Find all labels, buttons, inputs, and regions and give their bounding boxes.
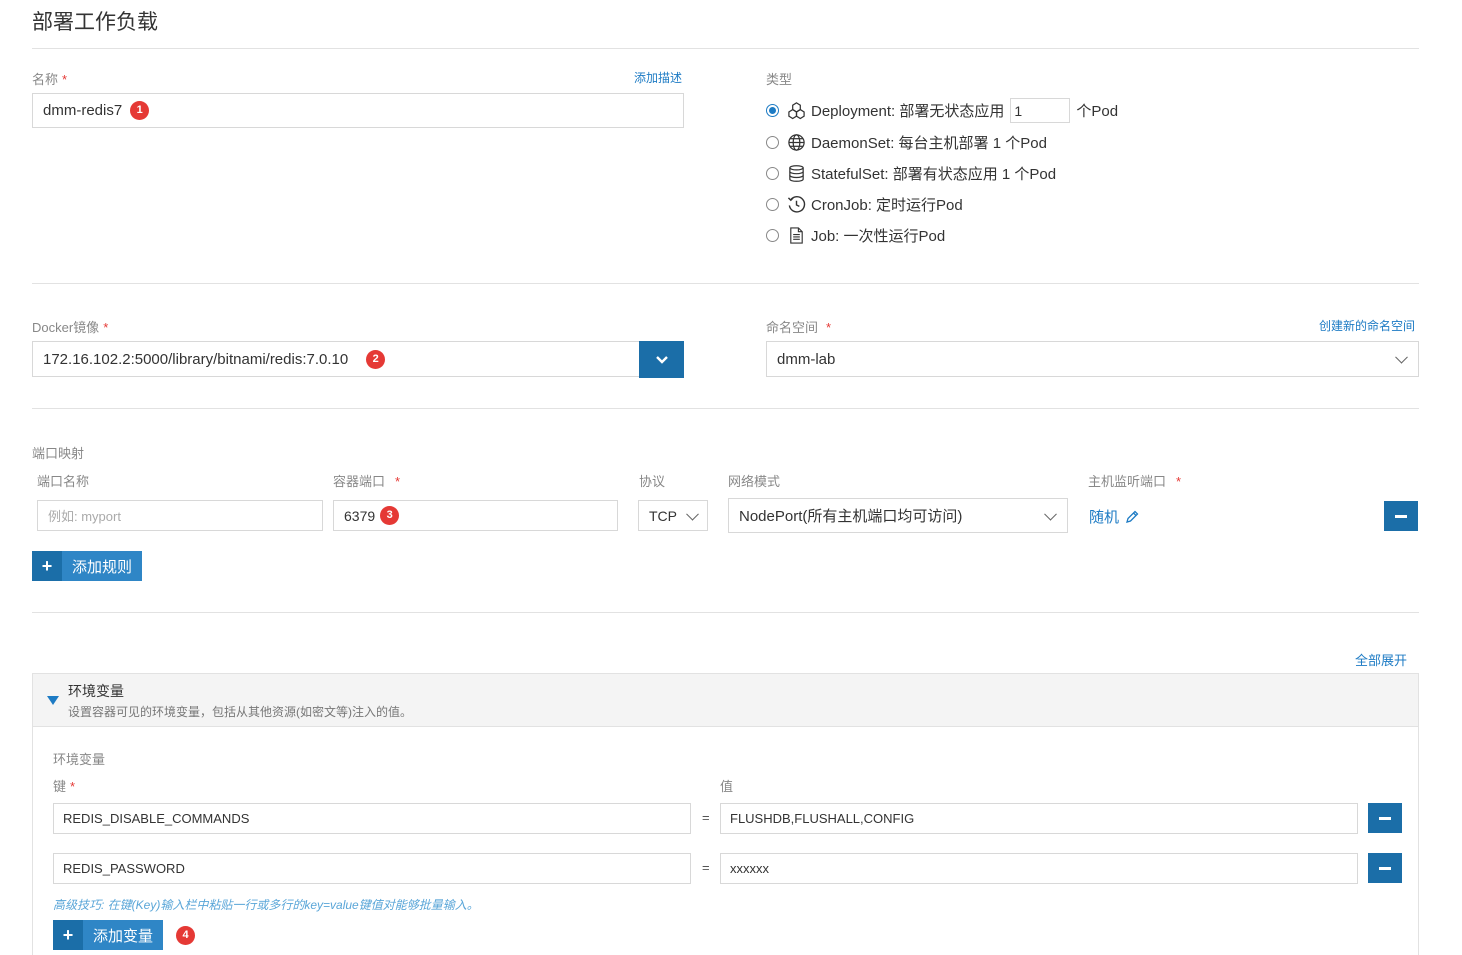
type-option-daemonset[interactable]: DaemonSet: 每台主机部署 1 个Pod <box>766 132 1047 153</box>
env-value-input[interactable]: xxxxxx <box>720 853 1358 884</box>
deployment-icon <box>786 101 806 121</box>
clock-icon <box>786 195 806 215</box>
env-value-label: 值 <box>720 779 734 794</box>
remove-port-button[interactable] <box>1384 501 1418 531</box>
image-dropdown-button[interactable] <box>639 341 684 378</box>
namespace-select[interactable]: dmm-lab <box>766 341 1419 377</box>
document-icon <box>786 226 806 246</box>
minus-icon <box>1379 816 1391 820</box>
container-port-input[interactable]: 6379 3 <box>333 500 618 531</box>
type-option-job[interactable]: Job: 一次性运行Pod <box>766 225 945 246</box>
env-section-title: 环境变量 <box>68 683 124 699</box>
container-port-header: 容器端口 * <box>333 474 401 489</box>
host-port-random[interactable]: 随机 <box>1089 506 1139 527</box>
env-value-input[interactable]: FLUSHDB,FLUSHALL,CONFIG <box>720 803 1358 834</box>
globe-icon <box>786 133 806 153</box>
step-badge-2: 2 <box>366 349 386 369</box>
network-mode-header: 网络模式 <box>728 474 781 489</box>
type-option-cronjob[interactable]: CronJob: 定时运行Pod <box>766 194 963 215</box>
plus-icon: + <box>32 551 62 581</box>
divider <box>32 48 1419 49</box>
env-key-input[interactable]: REDIS_PASSWORD <box>53 853 691 884</box>
name-input[interactable]: dmm-redis7 1 <box>32 93 684 128</box>
radio-deployment[interactable] <box>766 104 779 117</box>
add-rule-button[interactable]: + 添加规则 <box>32 551 143 581</box>
chevron-down-icon <box>1044 507 1057 521</box>
step-badge-1: 1 <box>130 101 150 120</box>
env-section-desc: 设置容器可见的环境变量，包括从其他资源(如密文等)注入的值。 <box>68 705 412 719</box>
docker-image-input[interactable]: 172.16.102.2:5000/library/bitnami/redis:… <box>32 341 640 377</box>
radio-statefulset[interactable] <box>766 167 779 180</box>
chevron-down-icon <box>686 507 699 521</box>
docker-image-label: Docker镜像 * <box>32 320 109 335</box>
add-variable-button[interactable]: + 添加变量 <box>53 920 164 950</box>
chevron-down-icon <box>1395 350 1408 364</box>
protocol-header: 协议 <box>639 474 666 489</box>
type-option-deployment[interactable]: Deployment: 部署无状态应用 1 个Pod <box>766 98 1118 123</box>
remove-env-button[interactable] <box>1368 853 1402 883</box>
page-title: 部署工作负载 <box>32 11 158 34</box>
create-namespace-link[interactable]: 创建新的命名空间 <box>1319 317 1415 334</box>
port-name-input[interactable]: 例如: myport <box>37 500 323 531</box>
plus-icon: + <box>53 920 83 950</box>
database-icon <box>786 164 806 184</box>
expand-all-link[interactable]: 全部展开 <box>1355 650 1407 669</box>
radio-job[interactable] <box>766 229 779 242</box>
env-inner-label: 环境变量 <box>53 752 106 767</box>
env-panel-header[interactable]: 环境变量 设置容器可见的环境变量，包括从其他资源(如密文等)注入的值。 <box>33 674 1418 727</box>
radio-daemonset[interactable] <box>766 136 779 149</box>
namespace-label: 命名空间 * <box>766 320 832 335</box>
minus-icon <box>1379 866 1391 870</box>
type-option-statefulset[interactable]: StatefulSet: 部署有状态应用 1 个Pod <box>766 163 1056 184</box>
divider <box>32 408 1419 409</box>
caret-down-icon[interactable] <box>47 696 59 706</box>
network-mode-select[interactable]: NodePort(所有主机端口均可访问) <box>728 498 1068 533</box>
equals-sign: = <box>702 810 710 825</box>
divider <box>32 612 1419 613</box>
divider <box>32 283 1419 284</box>
pencil-icon[interactable] <box>1125 510 1139 524</box>
env-tip-text: 高级技巧: 在键(Key)输入栏中粘贴一行或多行的key=value键值对能够批… <box>53 898 479 912</box>
add-description-link[interactable]: 添加描述 <box>634 69 682 86</box>
env-key-input[interactable]: REDIS_DISABLE_COMMANDS <box>53 803 691 834</box>
minus-icon <box>1395 514 1407 518</box>
port-name-header: 端口名称 <box>37 474 90 489</box>
radio-cronjob[interactable] <box>766 198 779 211</box>
type-label: 类型 <box>766 72 793 87</box>
port-mapping-label: 端口映射 <box>32 446 85 461</box>
host-port-header: 主机监听端口 * <box>1088 474 1182 489</box>
replicas-suffix: 个Pod <box>1076 103 1119 120</box>
remove-env-button[interactable] <box>1368 803 1402 833</box>
name-label: 名称 * <box>32 72 68 87</box>
equals-sign: = <box>702 860 710 875</box>
env-key-label: 键 * <box>53 779 76 794</box>
replicas-input[interactable]: 1 <box>1010 98 1071 123</box>
step-badge-3: 3 <box>380 506 400 525</box>
protocol-select[interactable]: TCP <box>638 500 708 531</box>
chevron-down-icon <box>655 355 668 364</box>
step-badge-4: 4 <box>176 926 195 945</box>
